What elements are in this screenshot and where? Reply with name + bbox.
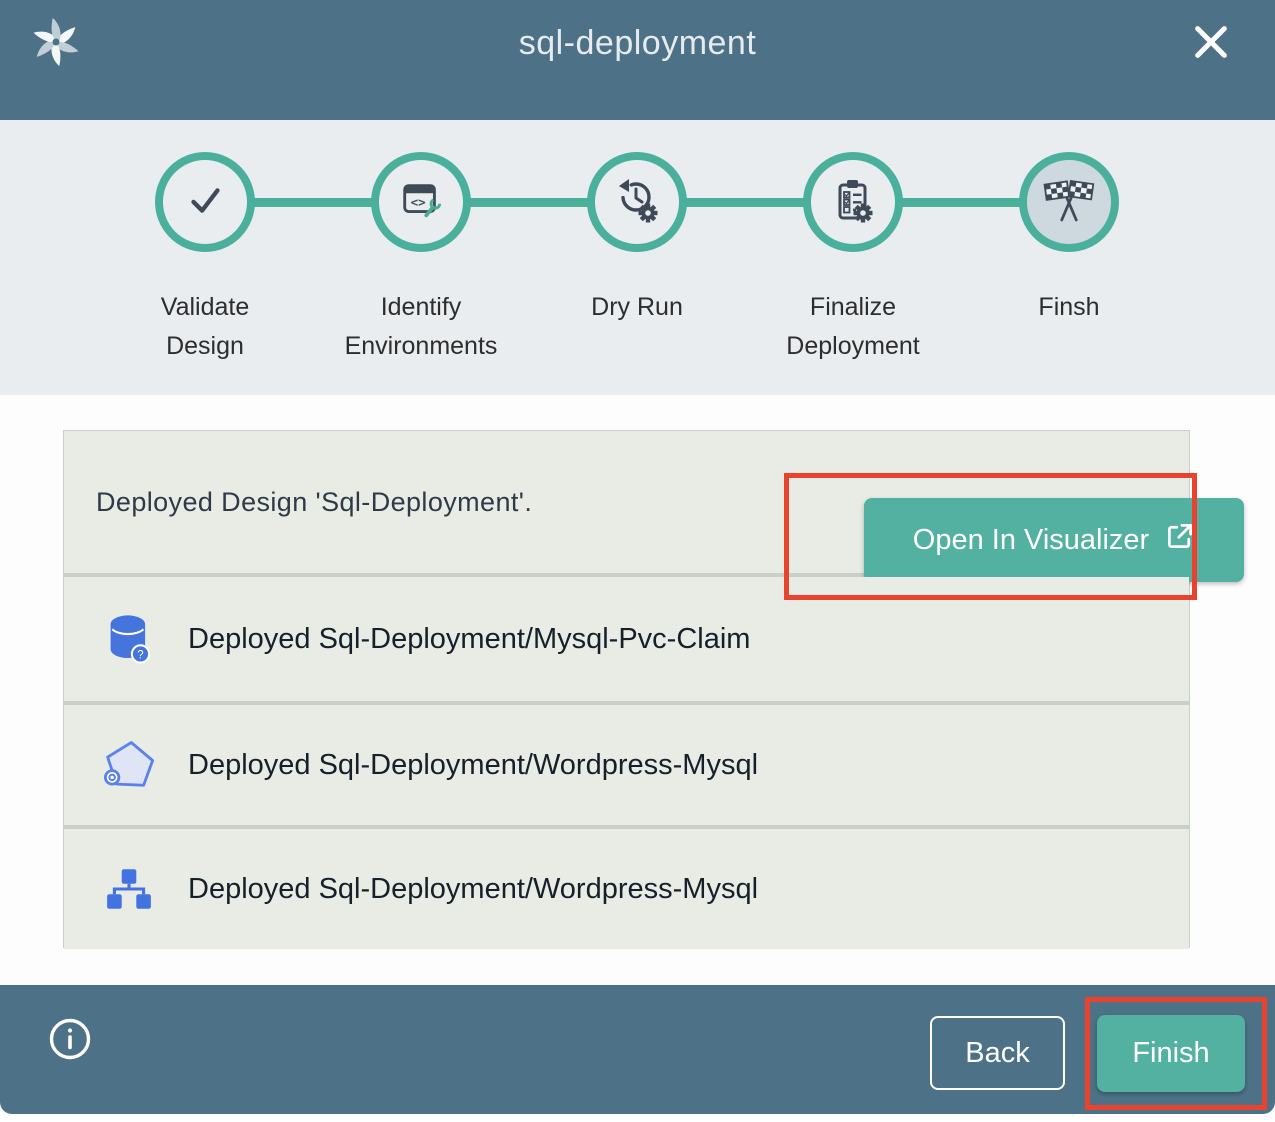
- modal-footer: Back Finish: [0, 985, 1275, 1114]
- step-circle: [803, 152, 903, 252]
- deployed-item-text: Deployed Sql-Deployment/Wordpress-Mysql: [188, 749, 758, 782]
- code-wrench-icon: <>: [398, 177, 444, 228]
- checkered-flags-icon: [1040, 171, 1098, 234]
- database-icon: ?: [100, 610, 158, 668]
- svg-text:<>: <>: [411, 194, 426, 209]
- clipboard-gear-icon: [829, 176, 877, 229]
- step-label: FinalizeDeployment: [743, 288, 963, 366]
- deployed-design-row: Deployed Design 'Sql-Deployment'. Open I…: [64, 431, 1189, 573]
- deployed-item-text: Deployed Sql-Deployment/Mysql-Pvc-Claim: [188, 623, 750, 656]
- step-label: Finsh: [959, 288, 1179, 327]
- results-panel: Deployed Design 'Sql-Deployment'. Open I…: [63, 430, 1190, 948]
- step-circle: <>: [371, 152, 471, 252]
- step-validate-design: ValidateDesign: [95, 152, 315, 366]
- step-identify-environments: <> IdentifyEnvironments: [311, 152, 531, 366]
- back-button[interactable]: Back: [930, 1016, 1065, 1090]
- deployed-design-message: Deployed Design 'Sql-Deployment'.: [96, 487, 532, 518]
- open-in-visualizer-label: Open In Visualizer: [913, 524, 1149, 557]
- step-finish: Finsh: [959, 152, 1179, 327]
- deployed-item-row: Deployed Sql-Deployment/Wordpress-Mysql: [64, 705, 1189, 825]
- deployed-item-row: ? Deployed Sql-Deployment/Mysql-Pvc-Clai…: [64, 577, 1189, 701]
- step-circle: [587, 152, 687, 252]
- pentagon-icon: [100, 736, 158, 794]
- deployment-results: Deployed Design 'Sql-Deployment'. Open I…: [0, 395, 1275, 985]
- finish-button[interactable]: Finish: [1097, 1015, 1245, 1092]
- modal-title: sql-deployment: [0, 24, 1275, 63]
- info-icon[interactable]: [48, 1017, 92, 1061]
- step-finalize-deployment: FinalizeDeployment: [743, 152, 963, 366]
- topology-icon: [100, 860, 158, 918]
- deployed-item-text: Deployed Sql-Deployment/Wordpress-Mysql: [188, 873, 758, 906]
- step-label: Dry Run: [527, 288, 747, 327]
- modal-header: sql-deployment: [0, 0, 1275, 120]
- deployment-wizard-modal: sql-deployment ValidateDesign: [0, 0, 1275, 1122]
- deployment-stepper: ValidateDesign <> IdentifyEnvironments: [0, 120, 1275, 395]
- deployed-item-row: Deployed Sql-Deployment/Wordpress-Mysql: [64, 829, 1189, 949]
- history-gear-icon: [613, 176, 661, 229]
- external-link-icon: [1165, 521, 1195, 559]
- open-in-visualizer-button[interactable]: Open In Visualizer: [864, 498, 1244, 582]
- close-icon[interactable]: [1191, 22, 1231, 62]
- step-circle: [155, 152, 255, 252]
- step-circle-active: [1019, 152, 1119, 252]
- svg-text:?: ?: [137, 649, 143, 661]
- step-dry-run: Dry Run: [527, 152, 747, 327]
- step-label: IdentifyEnvironments: [311, 288, 531, 366]
- check-icon: [182, 177, 228, 228]
- step-label: ValidateDesign: [95, 288, 315, 366]
